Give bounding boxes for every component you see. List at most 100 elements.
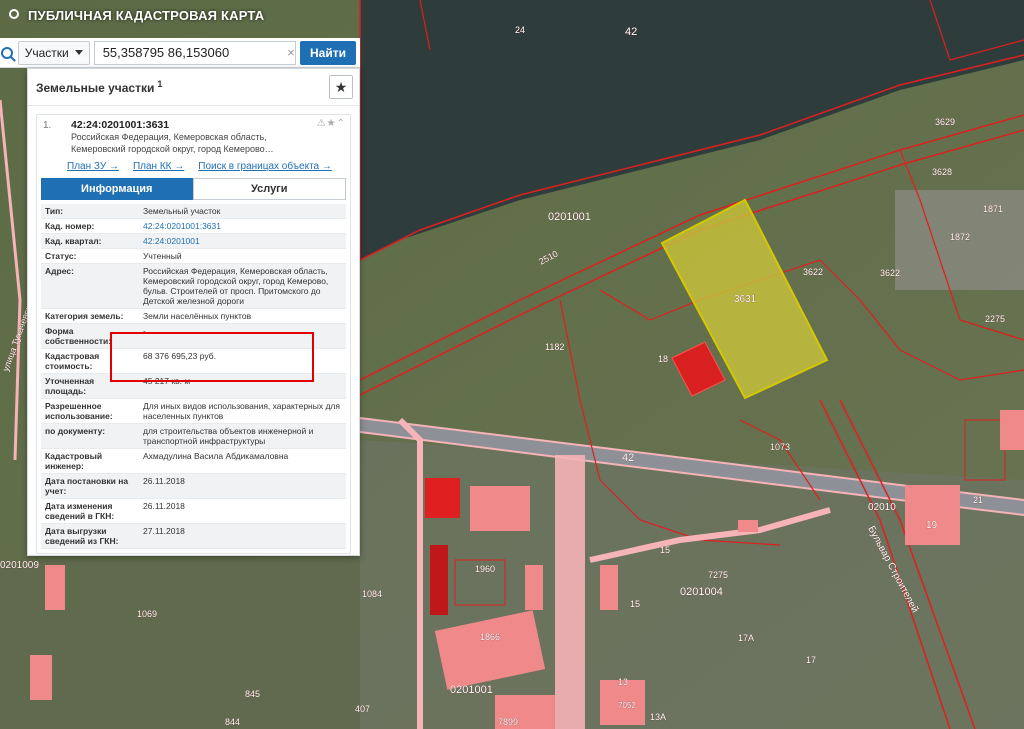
clear-icon[interactable]: ×	[286, 40, 297, 65]
map-label-plot-13: 13	[618, 677, 628, 687]
plan-kk-link[interactable]: План КК →	[133, 161, 184, 172]
attribute-row: Дата изменения сведений в ГКН: 26.11.2018	[41, 499, 346, 524]
building-west[interactable]	[30, 655, 52, 700]
building-2[interactable]	[470, 486, 530, 531]
attribute-row: Кадастровая стоимость: 68 376 695,23 руб.	[41, 349, 346, 374]
find-button[interactable]: Найти	[300, 40, 356, 65]
attribute-value: 68 376 695,23 руб.	[143, 351, 216, 361]
map-label-plot-7275: 7275	[708, 570, 728, 580]
card-address-line-2: Кемеровский городской округ, город Кемер…	[71, 144, 274, 154]
attribute-row: Категория земель: Земли населённых пункто…	[41, 309, 346, 324]
app-title: ПУБЛИЧНАЯ КАДАСТРОВАЯ КАРТА	[28, 7, 265, 23]
map-label-plot-7899: 7899	[498, 717, 518, 727]
attribute-key: Адрес:	[45, 266, 74, 276]
attribute-key: Разрешенное использование:	[45, 401, 113, 421]
attribute-value: -	[143, 326, 146, 336]
card-address-line-1: Российская Федерация, Кемеровская област…	[71, 132, 267, 142]
results-panel: Земельные участки 1 ★ 1. 42:24:0201001:36…	[27, 68, 360, 556]
map-label-quarter-right: 02010	[868, 502, 896, 513]
building-6[interactable]	[738, 520, 758, 532]
map-label-quarter-main: 0201001	[548, 211, 591, 223]
map-label-plot-845: 845	[245, 689, 260, 699]
map-label-plot-1069: 1069	[137, 609, 157, 619]
map-label-road-42-mid: 42	[622, 452, 634, 464]
building-1[interactable]	[425, 478, 460, 518]
globe-icon	[8, 8, 22, 22]
tab-services[interactable]: Услуги	[192, 178, 346, 200]
star-icon: ★	[334, 78, 348, 95]
attribute-row: по документу: для строительства объектов …	[41, 424, 346, 449]
attribute-row: Форма собственности: -	[41, 324, 346, 349]
map-label-plot-407: 407	[355, 704, 370, 714]
building-19[interactable]	[905, 485, 960, 545]
search-input[interactable]	[93, 40, 287, 65]
attribute-key: Тип:	[45, 206, 64, 216]
panel-title-text: Земельные участки	[36, 81, 155, 95]
attribute-key: Кадастровый инженер:	[45, 451, 103, 471]
attribute-key: Статус:	[45, 251, 77, 261]
map-label-plot-7052: 7052	[618, 701, 636, 710]
attribute-value: Ахмадулина Васила Абдикамаловна	[143, 451, 289, 461]
tab-information[interactable]: Информация	[41, 178, 193, 200]
attribute-key: Категория земель:	[45, 311, 124, 321]
attribute-value: Земельный участок	[143, 206, 221, 216]
search-in-bounds-link[interactable]: Поиск в границах объекта →	[198, 161, 332, 172]
card-tabs: Информация Услуги	[41, 178, 346, 200]
attribute-value: Учтенный	[143, 251, 182, 261]
map-label-plot-19: 19	[926, 520, 938, 531]
map-label-plot-21: 21	[973, 495, 983, 505]
attribute-value: Для иных видов использования, характерны…	[143, 401, 340, 421]
map-label-quarter-left: 0201009	[0, 560, 39, 571]
attribute-key: Кад. номер:	[45, 221, 95, 231]
attribute-key: Уточненная площадь:	[45, 376, 95, 396]
search-bar: Участки × Найти	[0, 38, 360, 68]
map-label-plot-1871: 1871	[983, 204, 1003, 214]
map-label-plot-3622b: 3622	[880, 268, 900, 278]
plan-zu-link[interactable]: План ЗУ →	[67, 161, 119, 172]
attribute-row: Разрешенное использование: Для иных видов…	[41, 399, 346, 424]
search-icon	[0, 46, 13, 59]
attribute-key: Дата постановки на учет:	[45, 476, 129, 496]
attribute-value: 45 217 кв. м	[143, 376, 191, 386]
building-3[interactable]	[430, 545, 448, 615]
map-label-plot-15: 15	[660, 545, 670, 555]
map-label-plot-2275: 2275	[985, 314, 1005, 324]
map-label-plot-17: 17	[806, 655, 816, 665]
card-status-icons[interactable]: ⚠★⌃	[317, 118, 346, 129]
attribute-value: 26.11.2018	[143, 476, 185, 486]
attribute-row: Кад. квартал: 42:24:0201001	[41, 234, 346, 249]
map-label-plot-1872: 1872	[950, 232, 970, 242]
map-label-plot-18: 18	[658, 354, 668, 364]
attribute-value[interactable]: 42:24:0201001	[139, 234, 346, 248]
building-23[interactable]	[1000, 410, 1024, 450]
map-label-plot-15b: 15	[630, 599, 640, 609]
map-label-plot-3628: 3628	[932, 167, 952, 177]
map-label-plot-1960: 1960	[475, 564, 495, 574]
attribute-row: Дата выгрузки сведений из ГКН: 27.11.2018	[41, 524, 346, 549]
attribute-key: Дата изменения сведений в ГКН:	[45, 501, 115, 521]
favorite-button[interactable]: ★	[329, 75, 353, 99]
attribute-row: Адрес: Российская Федерация, Кемеровская …	[41, 264, 346, 309]
attribute-row: Уточненная площадь: 45 217 кв. м	[41, 374, 346, 399]
attribute-row: Дата постановки на учет: 26.11.2018	[41, 474, 346, 499]
parcel-card: 1. 42:24:0201001:3631 Российская Федерац…	[36, 114, 351, 554]
app-header: ПУБЛИЧНАЯ КАДАСТРОВАЯ КАРТА	[0, 0, 380, 30]
attribute-key: по документу:	[45, 426, 106, 436]
attribute-value[interactable]: 42:24:0201001:3631	[139, 219, 346, 233]
building-west-2[interactable]	[45, 565, 65, 610]
map-label-quarter-east: 0201004	[680, 586, 723, 598]
attributes-table: Тип: Земельный участок Кад. номер: 42:24:02…	[41, 204, 346, 549]
attribute-value: Земли населённых пунктов	[143, 311, 252, 321]
search-toggle[interactable]	[0, 38, 14, 68]
attribute-row: Кадастровый инженер: Ахмадулина Васила Аб…	[41, 449, 346, 474]
card-cad-number[interactable]: 42:24:0201001:3631	[71, 119, 344, 131]
building-5[interactable]	[600, 565, 618, 610]
building-4[interactable]	[525, 565, 543, 610]
object-type-select[interactable]: Участки	[17, 40, 90, 65]
map-label-plot-3629: 3629	[935, 117, 955, 127]
card-index: 1.	[43, 120, 52, 131]
road-vertical-south	[555, 455, 585, 729]
map-label-plot-13a: 13А	[650, 712, 666, 722]
panel-title: Земельные участки 1	[36, 79, 162, 95]
map-label-road-42-top: 42	[625, 26, 637, 38]
